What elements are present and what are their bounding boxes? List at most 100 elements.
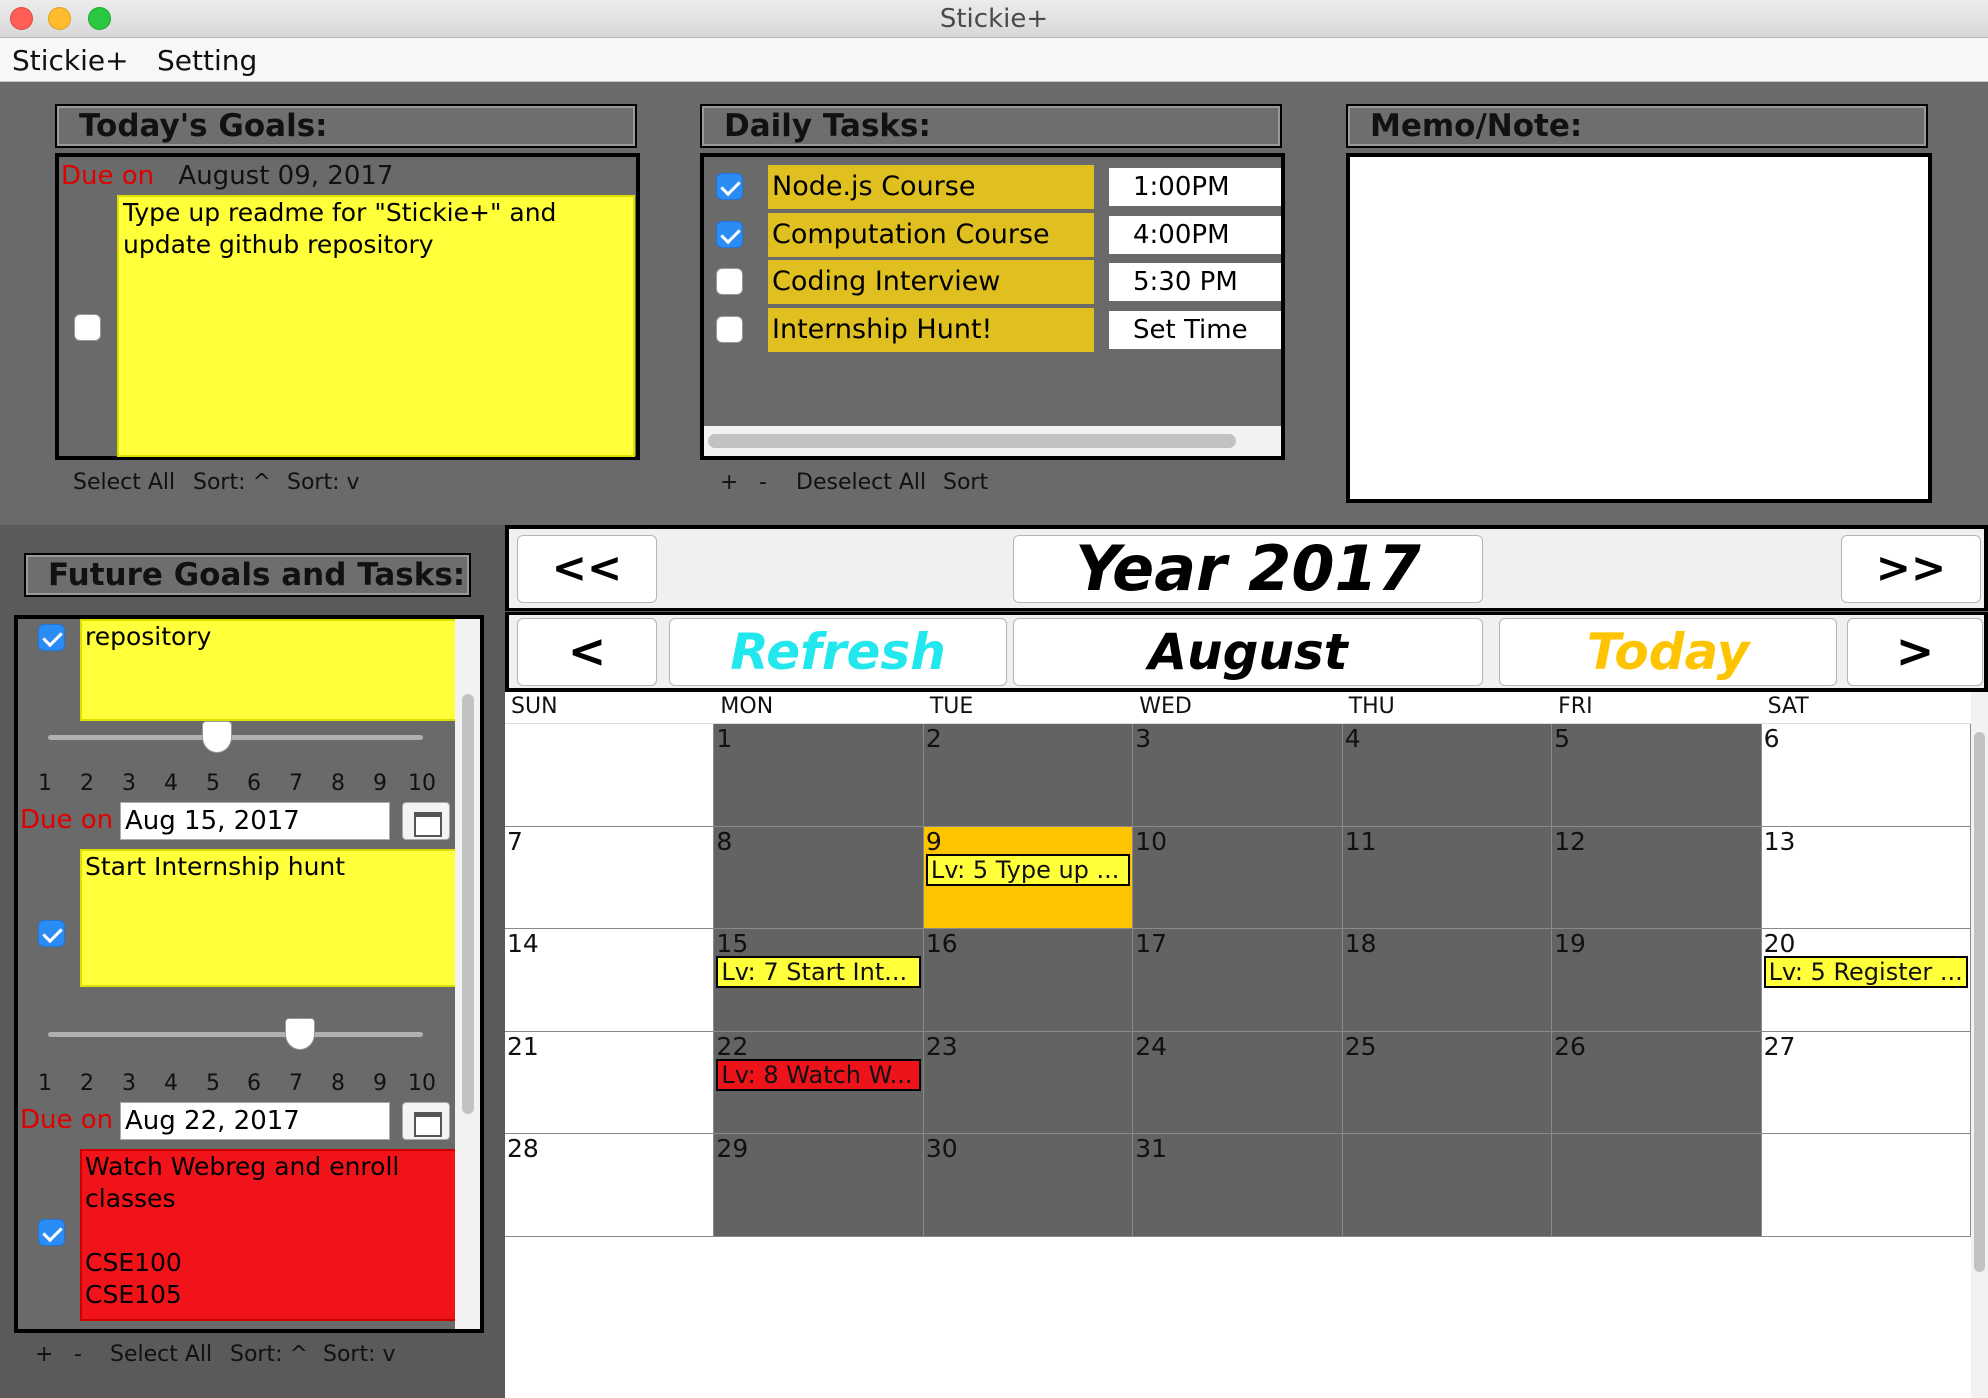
task-name[interactable]: Computation Course — [768, 212, 1094, 257]
priority-slider-thumb[interactable] — [285, 1018, 315, 1050]
memo-text-area[interactable] — [1346, 153, 1932, 503]
calendar-day-cell[interactable]: 22 Lv: 8 Watch W... — [714, 1031, 924, 1135]
calendar-day-cell[interactable]: 5 — [1552, 724, 1762, 827]
due-date-field[interactable]: Aug 15, 2017 — [120, 802, 390, 840]
menu-stickie[interactable]: Stickie+ — [12, 44, 129, 77]
calendar-day-cell[interactable]: 16 — [923, 929, 1134, 1032]
today-button[interactable]: Today — [1499, 618, 1837, 686]
calendar-day-cell[interactable]: 27 — [1761, 1031, 1971, 1135]
goal-note-text[interactable]: Type up readme for "Stickie+" and update… — [117, 195, 635, 457]
calendar-day-cell[interactable]: 28 — [505, 1134, 715, 1237]
future-item-note[interactable]: Start Internship hunt — [80, 849, 468, 987]
calendar-day-cell[interactable]: 14 — [505, 929, 715, 1032]
future-add-button[interactable]: + — [35, 1342, 53, 1367]
previous-month-button[interactable]: < — [517, 618, 657, 686]
calendar-day-cell[interactable]: 4 — [1342, 724, 1553, 827]
task-name[interactable]: Node.js Course — [768, 165, 1094, 209]
calendar-day-cell[interactable]: 29 — [714, 1134, 924, 1237]
future-item-note[interactable]: repository — [80, 619, 468, 721]
priority-slider-thumb[interactable] — [201, 721, 232, 753]
goals-sort-asc-button[interactable]: Sort: ^ — [193, 470, 271, 495]
next-year-button[interactable]: >> — [1841, 535, 1981, 603]
future-remove-button[interactable]: - — [74, 1342, 82, 1367]
calendar-day-cell[interactable]: 10 — [1133, 826, 1343, 930]
menu-setting[interactable]: Setting — [157, 44, 257, 77]
day-number: 30 — [925, 1134, 958, 1164]
weekday-label: TUE — [929, 694, 974, 719]
future-item-checkbox[interactable] — [38, 1219, 65, 1246]
day-number: 3 — [1135, 724, 1152, 753]
todays-goals-header: Today's Goals: — [55, 104, 637, 148]
day-number: 26 — [1554, 1031, 1586, 1061]
tasks-horizontal-scrollbar[interactable] — [704, 426, 1281, 456]
calendar-day-cell[interactable]: 18 — [1342, 929, 1553, 1032]
future-goals-header: Future Goals and Tasks: — [24, 553, 471, 597]
calendar-day-cell[interactable]: 6 — [1761, 724, 1971, 827]
calendar-day-cell[interactable]: 25 — [1342, 1031, 1553, 1135]
future-sort-desc-button[interactable]: Sort: v — [323, 1342, 396, 1367]
calendar-day-cell[interactable]: 9 Lv: 5 Type up ... — [923, 826, 1134, 930]
task-name[interactable]: Internship Hunt! — [768, 307, 1094, 352]
calendar-scrollbar-thumb[interactable] — [1974, 732, 1985, 1272]
tasks-add-button[interactable]: + — [720, 470, 738, 495]
task-time-field[interactable]: Set Time — [1109, 310, 1281, 349]
priority-slider-track[interactable] — [48, 1032, 423, 1037]
calendar-day-cell[interactable]: 17 — [1133, 929, 1343, 1032]
goals-select-all-button[interactable]: Select All — [73, 470, 175, 495]
calendar-day-cell[interactable]: 11 — [1342, 826, 1553, 930]
calendar-day-cell[interactable]: 15 Lv: 7 Start Int... — [714, 929, 924, 1032]
calendar-event[interactable]: Lv: 5 Register ... — [1763, 956, 1968, 989]
calendar-event[interactable]: Lv: 7 Start Int... — [716, 956, 921, 989]
previous-year-button[interactable]: << — [517, 535, 657, 603]
task-time-field[interactable]: 1:00PM — [1109, 168, 1281, 206]
calendar-day-cell[interactable]: 30 — [923, 1134, 1134, 1237]
day-number: 20 — [1763, 929, 1796, 959]
task-name[interactable]: Coding Interview Practice — [768, 260, 1094, 341]
calendar-day-cell[interactable]: 12 — [1552, 826, 1762, 930]
future-sort-asc-button[interactable]: Sort: ^ — [230, 1342, 308, 1367]
calendar-day-cell[interactable]: 7 — [505, 826, 715, 930]
day-number: 5 — [1554, 724, 1571, 753]
goal-checkbox[interactable] — [74, 314, 101, 341]
next-month-button[interactable]: > — [1847, 618, 1983, 686]
future-item-checkbox[interactable] — [38, 920, 65, 947]
calendar-day-cell[interactable]: 3 — [1133, 724, 1343, 827]
task-time-field[interactable]: 4:00PM — [1109, 215, 1281, 254]
calendar-day-cell[interactable]: 2 — [923, 724, 1134, 827]
calendar-day-cell[interactable]: 23 — [923, 1031, 1134, 1135]
calendar-picker-icon[interactable] — [402, 1102, 450, 1140]
task-checkbox[interactable] — [716, 173, 743, 200]
calendar-day-cell[interactable]: 1 — [714, 724, 924, 827]
task-time-field[interactable]: 5:30 PM — [1109, 263, 1281, 301]
calendar-day-cell[interactable]: 20 Lv: 5 Register ... — [1761, 929, 1971, 1032]
priority-slider-track[interactable] — [48, 735, 423, 740]
calendar-day-cell[interactable]: 21 — [505, 1031, 715, 1135]
task-checkbox[interactable] — [716, 315, 743, 343]
day-number: 14 — [507, 929, 539, 959]
tasks-deselect-all-button[interactable]: Deselect All — [796, 470, 926, 495]
calendar-day-cell[interactable]: 31 — [1133, 1134, 1343, 1237]
future-item-checkbox[interactable] — [38, 624, 65, 651]
tasks-sort-button[interactable]: Sort — [943, 470, 988, 495]
calendar-picker-icon[interactable] — [402, 802, 450, 840]
calendar-day-cell[interactable]: 8 — [714, 826, 924, 930]
due-date-field[interactable]: Aug 22, 2017 — [120, 1102, 390, 1140]
day-number: 1 — [716, 724, 733, 753]
calendar-event[interactable]: Lv: 8 Watch W... — [716, 1058, 921, 1091]
tasks-remove-button[interactable]: - — [759, 470, 767, 495]
task-checkbox[interactable] — [716, 220, 743, 248]
calendar-day-cell[interactable]: 26 — [1552, 1031, 1762, 1135]
tasks-scrollbar-thumb[interactable] — [708, 434, 1236, 448]
refresh-button[interactable]: Refresh — [669, 618, 1007, 686]
calendar-day-cell[interactable]: 24 — [1133, 1031, 1343, 1135]
future-select-all-button[interactable]: Select All — [110, 1342, 212, 1367]
calendar-day-cell[interactable]: 19 — [1552, 929, 1762, 1032]
calendar-day-cell[interactable]: 13 — [1761, 826, 1971, 930]
future-list-scrollbar-thumb[interactable] — [462, 694, 474, 1114]
future-list-scrollbar[interactable] — [455, 619, 480, 1329]
task-checkbox[interactable] — [716, 268, 743, 295]
goals-sort-desc-button[interactable]: Sort: v — [287, 470, 360, 495]
calendar-scrollbar[interactable] — [1971, 692, 1988, 1398]
future-item-note[interactable]: Watch Webreg and enroll classes CSE100 C… — [80, 1149, 468, 1321]
calendar-event[interactable]: Lv: 5 Type up ... — [925, 853, 1131, 886]
